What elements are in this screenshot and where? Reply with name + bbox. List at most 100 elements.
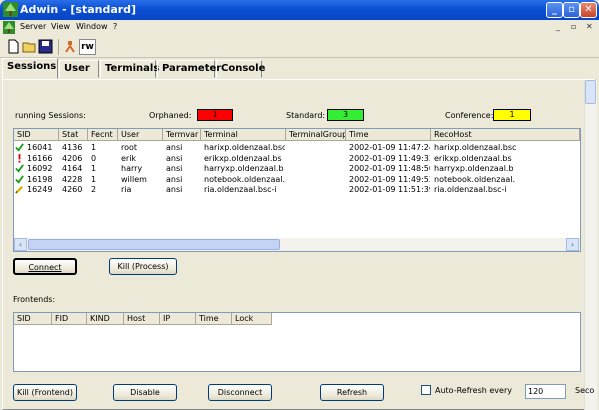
cell-fecnt: 1 bbox=[91, 164, 97, 173]
cell-user: erik bbox=[121, 153, 137, 163]
cell-terminal: notebook.oldenzaal. bbox=[204, 174, 285, 184]
column-header[interactable]: Fecnt bbox=[88, 129, 118, 141]
kill-process-button[interactable]: Kill (Process) bbox=[109, 258, 177, 275]
cell-recohost: erikxp.oldenzaal.bs bbox=[434, 153, 512, 163]
close-button[interactable]: ✕ bbox=[580, 2, 597, 18]
app-tree-icon bbox=[3, 2, 18, 17]
menu-help[interactable]: ? bbox=[113, 22, 117, 31]
tab-console[interactable]: Console bbox=[216, 60, 265, 78]
tab-parameter[interactable]: Parameter bbox=[157, 60, 221, 78]
close-icon: ✕ bbox=[584, 4, 593, 15]
cell-termvar: ansi bbox=[166, 153, 183, 163]
cell-termvar: ansi bbox=[166, 143, 183, 152]
cell-time: 2002-01-09 11:48:50 bbox=[349, 164, 430, 173]
cell-time: 2002-01-09 11:49:52 bbox=[349, 174, 430, 184]
column-header[interactable]: RecoHost bbox=[431, 129, 580, 141]
cell-terminal: erikxp.oldenzaal.bs bbox=[204, 153, 282, 163]
main-scrollbar-thumb[interactable] bbox=[585, 80, 596, 104]
column-header[interactable]: SID bbox=[14, 129, 59, 141]
maximize-button[interactable]: ▫ bbox=[563, 2, 580, 18]
column-header[interactable]: Stat bbox=[59, 129, 88, 141]
green-check-icon bbox=[15, 143, 24, 154]
window-title: Adwin - [standard] bbox=[20, 3, 137, 16]
standard-count: 3 bbox=[327, 109, 364, 121]
column-header[interactable]: Time bbox=[196, 313, 232, 325]
conference-label: Conference: bbox=[445, 111, 494, 120]
cell-user: ria bbox=[121, 185, 132, 194]
cell-recohost: notebook.oldenzaal. bbox=[434, 174, 516, 184]
cell-user: harry bbox=[121, 164, 143, 173]
menu-window[interactable]: Window bbox=[76, 22, 108, 31]
cell-terminal: harixp.oldenzaal.bsc bbox=[204, 143, 285, 152]
connect-button[interactable]: Connect bbox=[13, 258, 77, 275]
cell-fecnt: 1 bbox=[91, 143, 97, 152]
refresh-button[interactable]: Refresh bbox=[320, 384, 384, 401]
auto-refresh-label: Auto-Refresh every bbox=[435, 386, 512, 395]
red-exclamation-icon bbox=[15, 153, 24, 165]
menu-view[interactable]: View bbox=[51, 22, 70, 31]
column-header[interactable]: Host bbox=[124, 313, 160, 325]
cell-stat: 4206 bbox=[62, 153, 83, 163]
auto-refresh-checkbox[interactable] bbox=[421, 385, 431, 395]
column-header[interactable]: Terminal bbox=[201, 129, 286, 141]
cell-time: 2002-01-09 11:49:33 bbox=[349, 153, 430, 163]
mdi-close-button[interactable]: ✕ bbox=[586, 22, 593, 31]
sessions-scroll-thumb[interactable] bbox=[28, 239, 280, 250]
column-header[interactable]: SID bbox=[14, 313, 52, 325]
user-edit-icon[interactable] bbox=[63, 39, 78, 54]
orphaned-count: 1 bbox=[197, 109, 233, 121]
column-header[interactable]: FID bbox=[52, 313, 87, 325]
cell-fecnt: 2 bbox=[91, 185, 97, 194]
column-header[interactable]: Time bbox=[346, 129, 431, 141]
column-header[interactable]: Termvar bbox=[163, 129, 201, 141]
menu-server[interactable]: Server bbox=[20, 22, 46, 31]
auto-refresh-interval-input[interactable]: 120 bbox=[525, 384, 566, 399]
tab-user[interactable]: User bbox=[59, 60, 99, 78]
cell-recohost: ria.oldenzaal.bsc-i bbox=[434, 185, 507, 194]
running-sessions-label: running Sessions: bbox=[15, 111, 86, 120]
scroll-left-icon[interactable]: ‹ bbox=[14, 238, 27, 251]
column-header[interactable]: KIND bbox=[87, 313, 124, 325]
tab-sessions[interactable]: Sessions bbox=[2, 58, 58, 79]
tab-terminals[interactable]: Terminals bbox=[100, 60, 159, 78]
column-header[interactable]: IP bbox=[160, 313, 196, 325]
mdi-minimize-button[interactable]: _ bbox=[556, 22, 560, 31]
new-file-icon[interactable] bbox=[6, 39, 21, 54]
column-header[interactable]: Lock bbox=[232, 313, 272, 325]
frontends-label: Frontends: bbox=[13, 295, 56, 304]
kill-frontend-button[interactable]: Kill (Frontend) bbox=[13, 384, 77, 401]
scroll-right-icon[interactable]: › bbox=[566, 238, 579, 251]
read-write-toggle[interactable]: rw bbox=[79, 39, 96, 55]
cell-terminal: ria.oldenzaal.bsc-i bbox=[204, 185, 277, 194]
main-vertical-scrollbar[interactable] bbox=[584, 80, 597, 410]
cell-stat: 4164 bbox=[62, 164, 83, 173]
green-check-icon bbox=[15, 174, 24, 186]
open-folder-icon[interactable] bbox=[22, 39, 37, 54]
cell-recohost: harryxp.oldenzaal.b bbox=[434, 164, 514, 173]
column-header[interactable]: TerminalGroup bbox=[286, 129, 346, 141]
cell-terminal: harryxp.oldenzaal.b bbox=[204, 164, 284, 173]
cell-termvar: ansi bbox=[166, 185, 183, 194]
cell-termvar: ansi bbox=[166, 174, 183, 184]
orphaned-label: Orphaned: bbox=[149, 111, 192, 120]
cell-user: root bbox=[121, 143, 138, 152]
cell-stat: 4260 bbox=[62, 185, 83, 194]
mdi-restore-button[interactable]: ▫ bbox=[571, 22, 576, 31]
disconnect-button[interactable]: Disconnect bbox=[208, 384, 272, 401]
cell-time: 2002-01-09 11:47:24 bbox=[349, 143, 430, 152]
yellow-pencil-icon bbox=[15, 185, 24, 196]
column-header[interactable]: User bbox=[118, 129, 163, 141]
cell-fecnt: 0 bbox=[91, 153, 97, 163]
cell-time: 2002-01-09 11:51:39 bbox=[349, 185, 430, 194]
cell-recohost: harixp.oldenzaal.bsc bbox=[434, 143, 517, 152]
seconds-label: Seco bbox=[575, 386, 595, 395]
mdi-child-tree-icon bbox=[3, 21, 15, 34]
green-check-icon bbox=[15, 164, 24, 175]
minimize-button[interactable]: _ bbox=[546, 2, 563, 18]
disable-button[interactable]: Disable bbox=[113, 384, 177, 401]
cell-stat: 4136 bbox=[62, 143, 83, 152]
cell-stat: 4228 bbox=[62, 174, 83, 184]
standard-label: Standard: bbox=[286, 111, 326, 120]
cell-termvar: ansi bbox=[166, 164, 183, 173]
save-disk-icon[interactable] bbox=[38, 39, 53, 54]
